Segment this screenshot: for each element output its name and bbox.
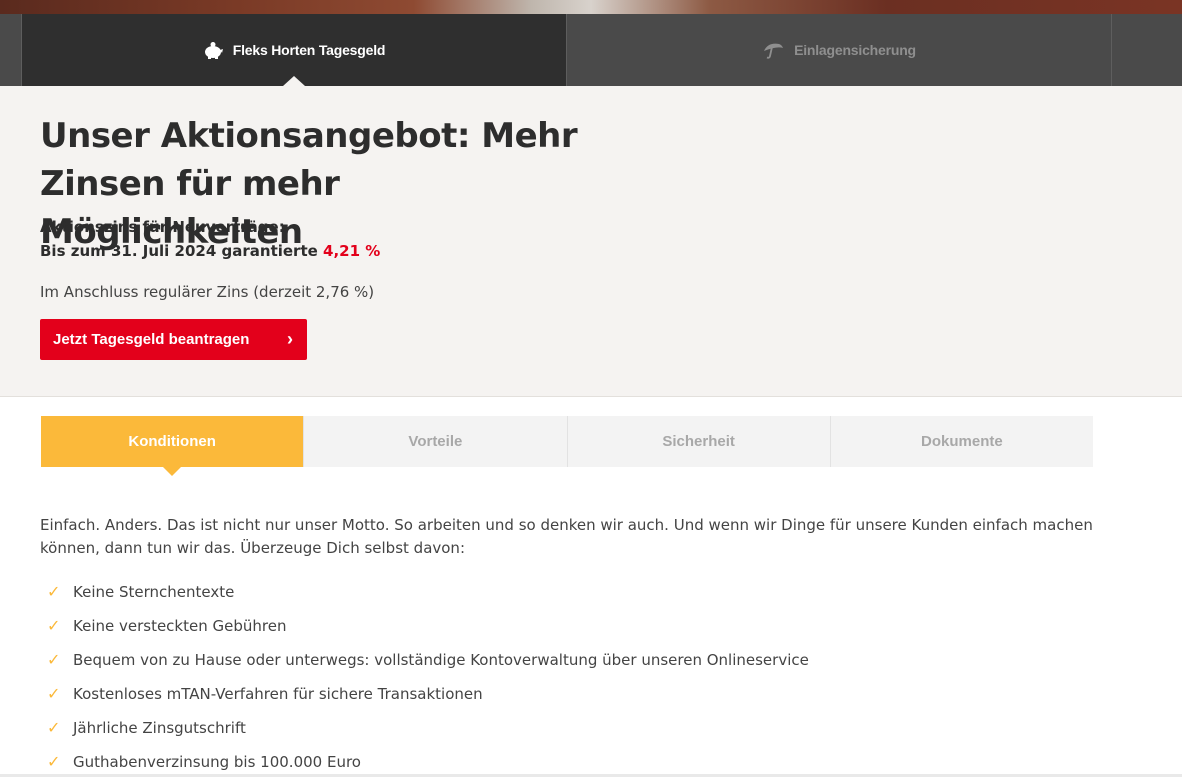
checkmark-icon: ✓ [47,718,61,737]
promo-label: Aktionszins für Neuverträge: [40,218,285,236]
checkmark-icon: ✓ [47,684,61,703]
product-nav: Fleks Horten Tagesgeld Einlagensicherung [0,14,1182,86]
nav-gutter-right [1112,14,1182,86]
list-item-text: Guthabenverzinsung bis 100.000 Euro [73,753,361,771]
list-item: ✓ Kostenloses mTAN-Verfahren für sichere … [40,677,1100,711]
tab-label: Einlagensicherung [794,42,916,58]
tab-label: Vorteile [408,433,463,450]
promo-line-text: Bis zum 31. Juli 2024 garantierte [40,242,324,260]
tab-sicherheit[interactable]: Sicherheit [567,416,831,467]
tab-einlagensicherung[interactable]: Einlagensicherung [567,14,1112,86]
checkmark-icon: ✓ [47,650,61,669]
promo-line: Bis zum 31. Juli 2024 garantierte 4,21 % [40,242,380,260]
list-item-text: Kostenloses mTAN-Verfahren für sichere T… [73,685,483,703]
cta-label: Jetzt Tagesgeld beantragen [53,331,250,348]
info-tabs: Konditionen Vorteile Sicherheit Dokument… [41,416,1093,467]
tab-konditionen[interactable]: Konditionen [41,416,305,467]
tab-dokumente[interactable]: Dokumente [830,416,1093,467]
intro-text: Einfach. Anders. Das ist nicht nur unser… [40,516,1093,557]
checkmark-icon: ✓ [47,582,61,601]
list-item-text: Keine versteckten Gebühren [73,617,287,635]
list-item: ✓ Bequem von zu Hause oder unterwegs: vol… [40,643,1100,677]
tab-label: Sicherheit [662,433,735,450]
tab-fleks-horten-tagesgeld[interactable]: Fleks Horten Tagesgeld [22,14,567,86]
konditionen-panel: Einfach. Anders. Das ist nicht nur unser… [40,514,1100,779]
list-item: ✓ Keine Sternchentexte [40,575,1100,609]
chevron-right-icon: › [287,329,293,349]
benefits-list: ✓ Keine Sternchentexte ✓ Keine versteckten… [40,575,1100,779]
tab-label: Dokumente [921,433,1003,450]
list-item-text: Bequem von zu Hause oder unterwegs: voll… [73,651,809,669]
list-item: ✓ Keine versteckten Gebühren [40,609,1100,643]
apply-tagesgeld-button[interactable]: Jetzt Tagesgeld beantragen › [40,319,307,360]
piggy-bank-icon [203,41,223,59]
promo-rate: 4,21 % [323,242,381,260]
list-item-text: Jährliche Zinsgutschrift [73,719,246,737]
regular-rate-text: Im Anschluss regulärer Zins (derzeit 2,7… [40,283,375,301]
umbrella-icon [762,41,784,59]
list-item: ✓ Jährliche Zinsgutschrift [40,711,1100,745]
nav-gutter-left [0,14,22,86]
tab-vorteile[interactable]: Vorteile [304,416,568,467]
list-item-text: Keine Sternchentexte [73,583,235,601]
offer-section: Unser Aktionsangebot: Mehr Zinsen für me… [0,86,1182,397]
hero-image-strip [0,0,1182,14]
tab-label: Konditionen [128,433,216,450]
tab-label: Fleks Horten Tagesgeld [232,42,386,58]
checkmark-icon: ✓ [47,616,61,635]
